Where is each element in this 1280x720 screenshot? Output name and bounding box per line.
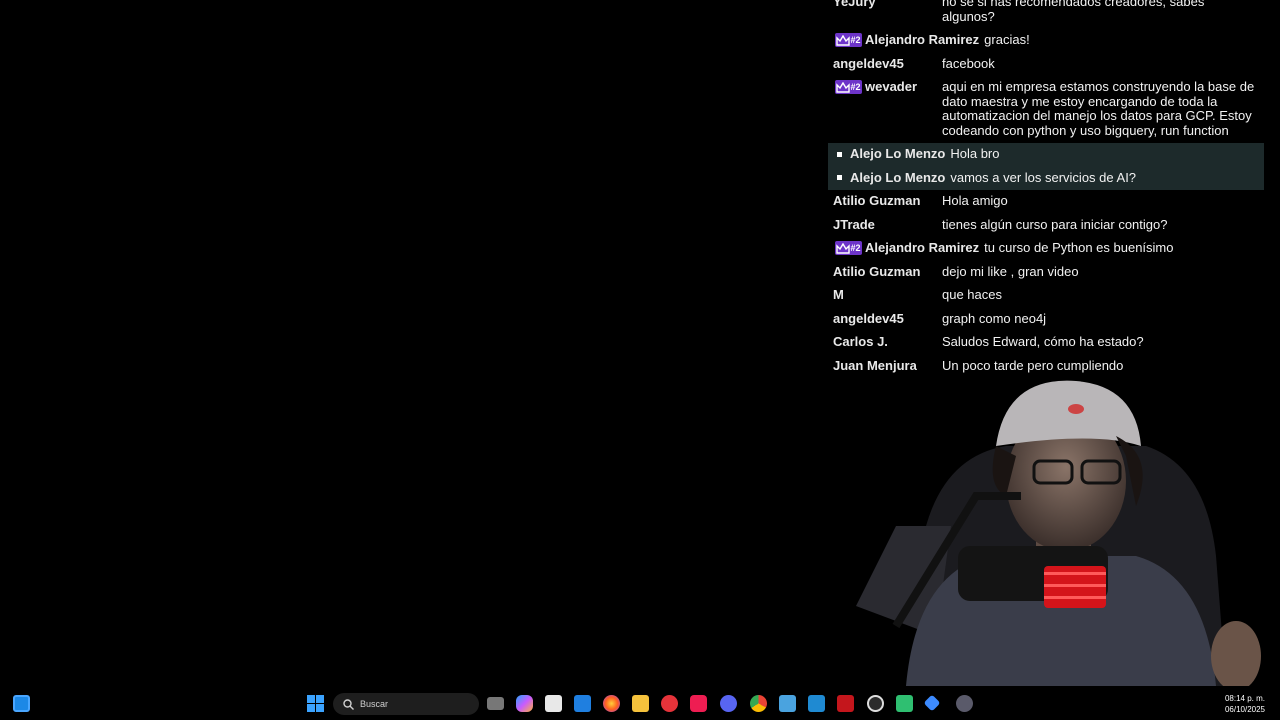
app-gray-icon[interactable] [956,695,973,712]
chat-message: Atilio Guzman dejo mi like , gran video [828,261,1264,285]
crown-icon [836,34,851,46]
clock-date: 06/10/2025 [1224,705,1265,714]
windows-start-icon[interactable] [307,695,324,712]
chat-message: #2 Alejandro Ramirez tu curso de Python … [828,237,1264,261]
chat-text: no se si has recomendados creadores, sab… [942,0,1205,24]
chat-message: angeldev45 facebook [828,53,1264,77]
copilot-icon[interactable] [516,695,533,712]
chat-author: Atilio Guzman [833,193,921,208]
task-view-icon[interactable] [487,697,504,710]
member-dot-icon [837,175,842,181]
chat-author: Carlos J. [833,334,888,349]
chat-text: Hola amigo [942,193,1008,208]
search-label: Buscar [360,699,389,709]
taskbar-search[interactable]: Buscar [333,693,479,715]
crown-icon [836,242,851,254]
chat-author: #2 Alejandro Ramirez [833,240,984,256]
chat-author: angeldev45 [833,310,904,326]
chat-author: YeJury [833,0,876,9]
chat-text: Saludos Edward, cómo ha estado? [942,334,1144,349]
app-green-icon[interactable] [896,695,913,712]
chat-message: M que haces [828,284,1264,308]
moderator-badge: #2 [835,80,862,95]
clock-time: 08:14 p. m. [1224,694,1265,703]
chat-text: Hola bro [950,146,1000,161]
store-icon[interactable] [545,695,562,712]
app-blue-icon[interactable] [923,694,941,712]
streamer-silhouette [856,380,1261,686]
notepad-icon[interactable] [779,695,796,712]
chat-overlay: YeJury no se si has recomendados creador… [828,0,1264,378]
chat-author: Atilio Guzman [833,263,921,279]
app-red-icon[interactable] [661,695,678,712]
chat-message-highlighted: Alejo Lo Menzo vamos a ver los servicios… [828,166,1264,190]
obs-icon[interactable] [867,695,884,712]
discord-icon[interactable] [720,695,737,712]
moderator-badge: #2 [835,241,862,256]
chat-message: Atilio Guzman Hola amigo [828,190,1264,214]
acrobat-icon[interactable] [837,695,854,712]
chat-text: tienes algún curso para iniciar contigo? [942,216,1168,232]
taskbar [0,687,1280,720]
chat-author: #2 Alejandro Ramirez [833,32,984,48]
chat-author: Alejo Lo Menzo [833,170,950,186]
firefox-icon[interactable] [603,695,620,712]
chat-author: JTrade [833,216,875,232]
chat-author: Juan Menjura [833,357,917,373]
chrome-icon[interactable] [750,695,767,712]
chat-message: #2 Alejandro Ramirez gracias! [828,29,1264,53]
chat-text: facebook [942,55,995,71]
crown-icon [836,81,851,93]
chat-message-partial: YeJury no se si has recomendados creador… [828,0,1264,29]
chat-author: M [833,287,844,302]
webcam-feed [856,376,1280,686]
chat-text: Un poco tarde pero cumpliendo [942,357,1124,373]
chat-text: gracias! [984,32,1030,47]
search-icon [343,698,354,710]
chat-text: vamos a ver los servicios de AI? [950,169,1137,185]
chat-author: Alejo Lo Menzo [833,146,950,162]
chat-message: angeldev45 graph como neo4j [828,308,1264,332]
chat-text: aqui en mi empresa estamos construyendo … [942,79,1255,138]
system-clock[interactable]: 08:14 p. m. 06/10/2025 [1225,693,1265,715]
chat-message-highlighted: Alejo Lo Menzo Hola bro [828,143,1264,167]
chat-message: JTrade tienes algún curso para iniciar c… [828,214,1264,238]
chat-text: dejo mi like , gran video [942,263,1079,279]
file-explorer-icon[interactable] [632,695,649,712]
member-dot-icon [837,151,842,157]
chat-message: Carlos J. Saludos Edward, cómo ha estado… [828,331,1264,355]
chat-author: angeldev45 [833,55,904,71]
chat-text: graph como neo4j [942,310,1047,326]
chat-text: que haces [942,287,1002,302]
chat-message: #2 wevader aqui en mi empresa estamos co… [828,76,1264,143]
widgets-icon[interactable] [13,695,30,712]
chat-message: Juan Menjura Un poco tarde pero cumplien… [828,355,1264,379]
moderator-badge: #2 [835,33,862,48]
chat-author: #2 wevader [833,79,942,95]
chat-text: tu curso de Python es buenísimo [984,240,1174,255]
tiktok-icon[interactable] [690,695,707,712]
mail-icon[interactable] [574,695,591,712]
vscode-icon[interactable] [808,695,825,712]
